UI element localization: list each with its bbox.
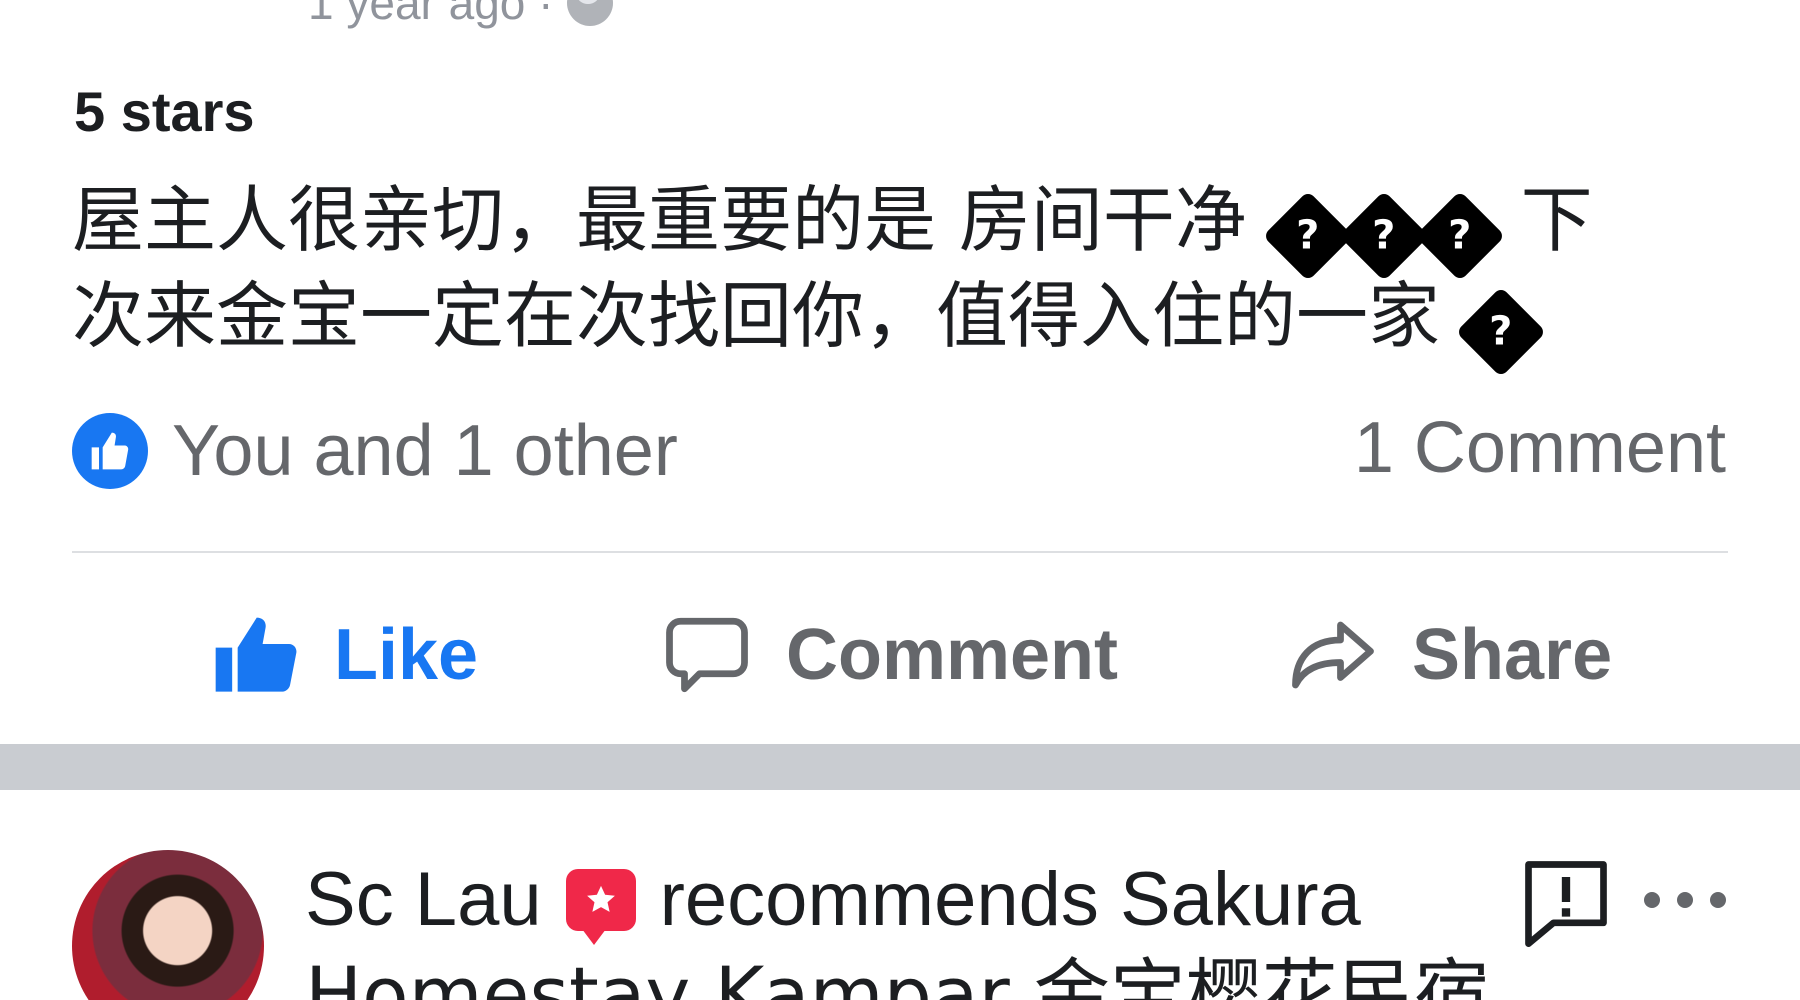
recommend-icon: [565, 869, 636, 945]
more-options-icon[interactable]: [1640, 880, 1730, 920]
globe-icon: [567, 0, 614, 26]
review-text: 屋主人很亲切，最重要的是 房间干净 ??? 下 次来金宝一定在次找回你，值得入住…: [72, 172, 1712, 378]
post-header: Sc Lau recommends Sakura: [305, 855, 1361, 945]
feed-separator: [0, 744, 1800, 790]
like-reaction-icon: [72, 413, 148, 489]
reactions-summary[interactable]: You and 1 other: [72, 410, 678, 492]
share-button[interactable]: Share: [1288, 600, 1612, 710]
post-timestamp: 1 year ago ·: [308, 0, 614, 29]
review-line2: 次来金宝一定在次找回你，值得入住的一家: [72, 274, 1441, 358]
comment-label: Comment: [786, 615, 1119, 695]
share-label: Share: [1412, 615, 1613, 695]
thumbs-up-icon: [215, 617, 297, 692]
like-label: Like: [334, 615, 479, 695]
unknown-emoji-icon: ?: [1338, 190, 1430, 282]
reactions-text: You and 1 other: [172, 411, 678, 491]
facebook-reviews-feed: 1 year ago · 5 stars 屋主人很亲切，最重要的是 房间干净 ?…: [0, 0, 1800, 1000]
avatar[interactable]: [72, 850, 264, 1000]
share-arrow-icon: [1292, 621, 1374, 689]
like-button[interactable]: Like: [212, 600, 478, 710]
unknown-emoji-icon: ?: [1414, 190, 1506, 282]
unknown-emoji-icon: ?: [1262, 190, 1354, 282]
review-line1-end: 下: [1520, 178, 1593, 262]
review-rating: 5 stars: [74, 80, 255, 143]
recommends-text: recommends Sakura: [659, 857, 1361, 942]
author-name[interactable]: Sc Lau: [305, 855, 542, 945]
comment-bubble-icon: [666, 617, 748, 693]
comment-count[interactable]: 1 Comment: [1354, 410, 1726, 486]
timestamp-text: 1 year ago ·: [308, 0, 554, 29]
post-actions-bar: Like Comment Share: [0, 600, 1800, 710]
comment-button[interactable]: Comment: [662, 600, 1118, 710]
divider: [72, 551, 1728, 553]
page-name[interactable]: Homestay Kampar 金宝樱花民宿: [305, 950, 1490, 1000]
unknown-emoji-icon: ?: [1455, 286, 1547, 378]
review-line1: 屋主人很亲切，最重要的是 房间干净: [72, 178, 1247, 262]
report-icon[interactable]: [1516, 852, 1616, 952]
